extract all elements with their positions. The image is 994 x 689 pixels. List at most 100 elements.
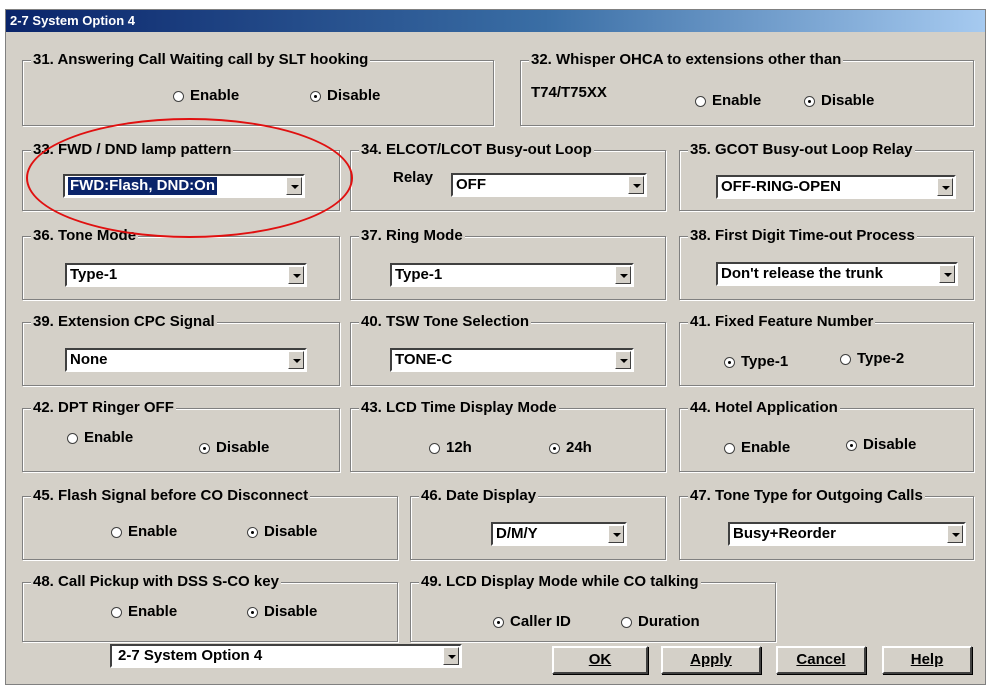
group-46: 46. Date Display D/M/Y	[410, 487, 666, 560]
g48-enable-radio[interactable]: Enable	[111, 603, 177, 621]
ring-mode-select[interactable]: Type-1	[390, 263, 634, 287]
help-button[interactable]: Help	[882, 646, 972, 674]
group-47: 47. Tone Type for Outgoing Calls Busy+Re…	[679, 487, 974, 560]
radio-off-icon	[111, 526, 122, 538]
g31-disable-radio[interactable]: Disable	[310, 87, 380, 105]
g43-24h-radio[interactable]: 24h	[549, 439, 592, 457]
g45-enable-radio[interactable]: Enable	[111, 523, 177, 541]
tone-mode-select[interactable]: Type-1	[65, 263, 307, 287]
radio-off-icon	[840, 353, 851, 365]
radio-off-icon	[695, 95, 706, 107]
group-34-label: 34. ELCOT/LCOT Busy-out Loop	[359, 141, 594, 159]
group-40: 40. TSW Tone Selection TONE-C	[350, 313, 666, 386]
select-value: OFF-RING-OPEN	[721, 178, 841, 195]
g48-disable-radio[interactable]: Disable	[247, 603, 317, 621]
busy-out-relay-select[interactable]: OFF	[451, 173, 647, 197]
group-35-label: 35. GCOT Busy-out Loop Relay	[688, 141, 915, 159]
group-43-label: 43. LCD Time Display Mode	[359, 399, 559, 417]
group-38-label: 38. First Digit Time-out Process	[688, 227, 917, 245]
first-digit-timeout-select[interactable]: Don't release the trunk	[716, 262, 958, 286]
dropdown-arrow-icon[interactable]	[947, 525, 963, 543]
dropdown-arrow-icon[interactable]	[608, 525, 624, 543]
dropdown-arrow-icon[interactable]	[288, 266, 304, 284]
group-37: 37. Ring Mode Type-1	[350, 227, 666, 300]
group-33: 33. FWD / DND lamp pattern FWD:Flash, DN…	[22, 141, 340, 211]
cancel-button[interactable]: Cancel	[776, 646, 866, 674]
group-40-label: 40. TSW Tone Selection	[359, 313, 532, 331]
g43-12h-radio[interactable]: 12h	[429, 439, 472, 457]
g49-callerid-radio[interactable]: Caller ID	[493, 613, 571, 631]
radio-on-icon	[310, 90, 321, 102]
dropdown-arrow-icon[interactable]	[939, 265, 955, 283]
g31-enable-radio[interactable]: Enable	[173, 87, 239, 105]
g49-duration-radio[interactable]: Duration	[621, 613, 700, 631]
fwd-dnd-lamp-select[interactable]: FWD:Flash, DND:On	[63, 174, 305, 198]
group-36-label: 36. Tone Mode	[31, 227, 139, 245]
g44-enable-radio[interactable]: Enable	[724, 439, 790, 457]
tone-type-outgoing-select[interactable]: Busy+Reorder	[728, 522, 966, 546]
select-value: 2-7 System Option 4	[118, 647, 263, 664]
group-39: 39. Extension CPC Signal None	[22, 313, 340, 386]
apply-button[interactable]: Apply	[661, 646, 761, 674]
radio-off-icon	[621, 616, 632, 628]
group-38: 38. First Digit Time-out Process Don't r…	[679, 227, 974, 300]
select-value: FWD:Flash, DND:On	[68, 177, 217, 195]
select-value: None	[70, 351, 108, 368]
group-36: 36. Tone Mode Type-1	[22, 227, 340, 300]
g44-disable-radio[interactable]: Disable	[846, 436, 916, 454]
date-display-select[interactable]: D/M/Y	[491, 522, 627, 546]
group-41-label: 41. Fixed Feature Number	[688, 313, 876, 331]
group-42-label: 42. DPT Ringer OFF	[31, 399, 176, 417]
g41-type1-radio[interactable]: Type-1	[724, 353, 788, 371]
gcot-relay-select[interactable]: OFF-RING-OPEN	[716, 175, 956, 199]
dropdown-arrow-icon[interactable]	[937, 178, 953, 196]
radio-on-icon	[493, 616, 504, 628]
group-44: 44. Hotel Application Enable Disable	[679, 399, 974, 472]
radio-on-icon	[549, 442, 560, 454]
select-value: Don't release the trunk	[721, 265, 883, 282]
system-option-window: 2-7 System Option 4 31. Answering Call W…	[5, 9, 986, 685]
radio-off-icon	[111, 606, 122, 618]
group-32: 32. Whisper OHCA to extensions other tha…	[520, 51, 974, 126]
g34-prefix-label: Relay	[393, 169, 434, 186]
dropdown-arrow-icon[interactable]	[615, 351, 631, 369]
tsw-tone-select[interactable]: TONE-C	[390, 348, 634, 372]
group-42: 42. DPT Ringer OFF Enable Disable	[22, 399, 340, 472]
select-value: Type-1	[395, 266, 443, 283]
dropdown-arrow-icon[interactable]	[443, 647, 459, 665]
g32-enable-radio[interactable]: Enable	[695, 92, 761, 110]
g42-enable-radio[interactable]: Enable	[67, 429, 133, 447]
select-value: D/M/Y	[496, 525, 538, 542]
g32-sub-label: T74/T75XX	[531, 84, 607, 101]
g45-disable-radio[interactable]: Disable	[247, 523, 317, 541]
group-48: 48. Call Pickup with DSS S-CO key Enable…	[22, 573, 398, 642]
ok-button[interactable]: OK	[552, 646, 648, 674]
select-value: Type-1	[70, 266, 118, 283]
radio-off-icon	[67, 432, 78, 444]
g41-type2-radio[interactable]: Type-2	[840, 350, 904, 368]
radio-off-icon	[724, 442, 735, 454]
radio-on-icon	[846, 439, 857, 451]
g42-disable-radio[interactable]: Disable	[199, 439, 269, 457]
group-43: 43. LCD Time Display Mode 12h 24h	[350, 399, 666, 472]
group-46-label: 46. Date Display	[419, 487, 539, 505]
group-32-label: 32. Whisper OHCA to extensions other tha…	[529, 51, 844, 69]
dropdown-arrow-icon[interactable]	[615, 266, 631, 284]
window-title: 2-7 System Option 4	[6, 10, 985, 32]
extension-cpc-select[interactable]: None	[65, 348, 307, 372]
dropdown-arrow-icon[interactable]	[288, 351, 304, 369]
page-select[interactable]: 2-7 System Option 4	[110, 644, 462, 668]
group-48-label: 48. Call Pickup with DSS S-CO key	[31, 573, 281, 591]
radio-on-icon	[804, 95, 815, 107]
group-44-label: 44. Hotel Application	[688, 399, 840, 417]
dropdown-arrow-icon[interactable]	[286, 177, 302, 195]
group-37-label: 37. Ring Mode	[359, 227, 465, 245]
radio-on-icon	[247, 606, 258, 618]
group-33-label: 33. FWD / DND lamp pattern	[31, 141, 234, 159]
dropdown-arrow-icon[interactable]	[628, 176, 644, 194]
select-value: TONE-C	[395, 351, 453, 368]
radio-off-icon	[429, 442, 440, 454]
radio-off-icon	[173, 90, 184, 102]
select-value: OFF	[456, 176, 486, 193]
g32-disable-radio[interactable]: Disable	[804, 92, 874, 110]
